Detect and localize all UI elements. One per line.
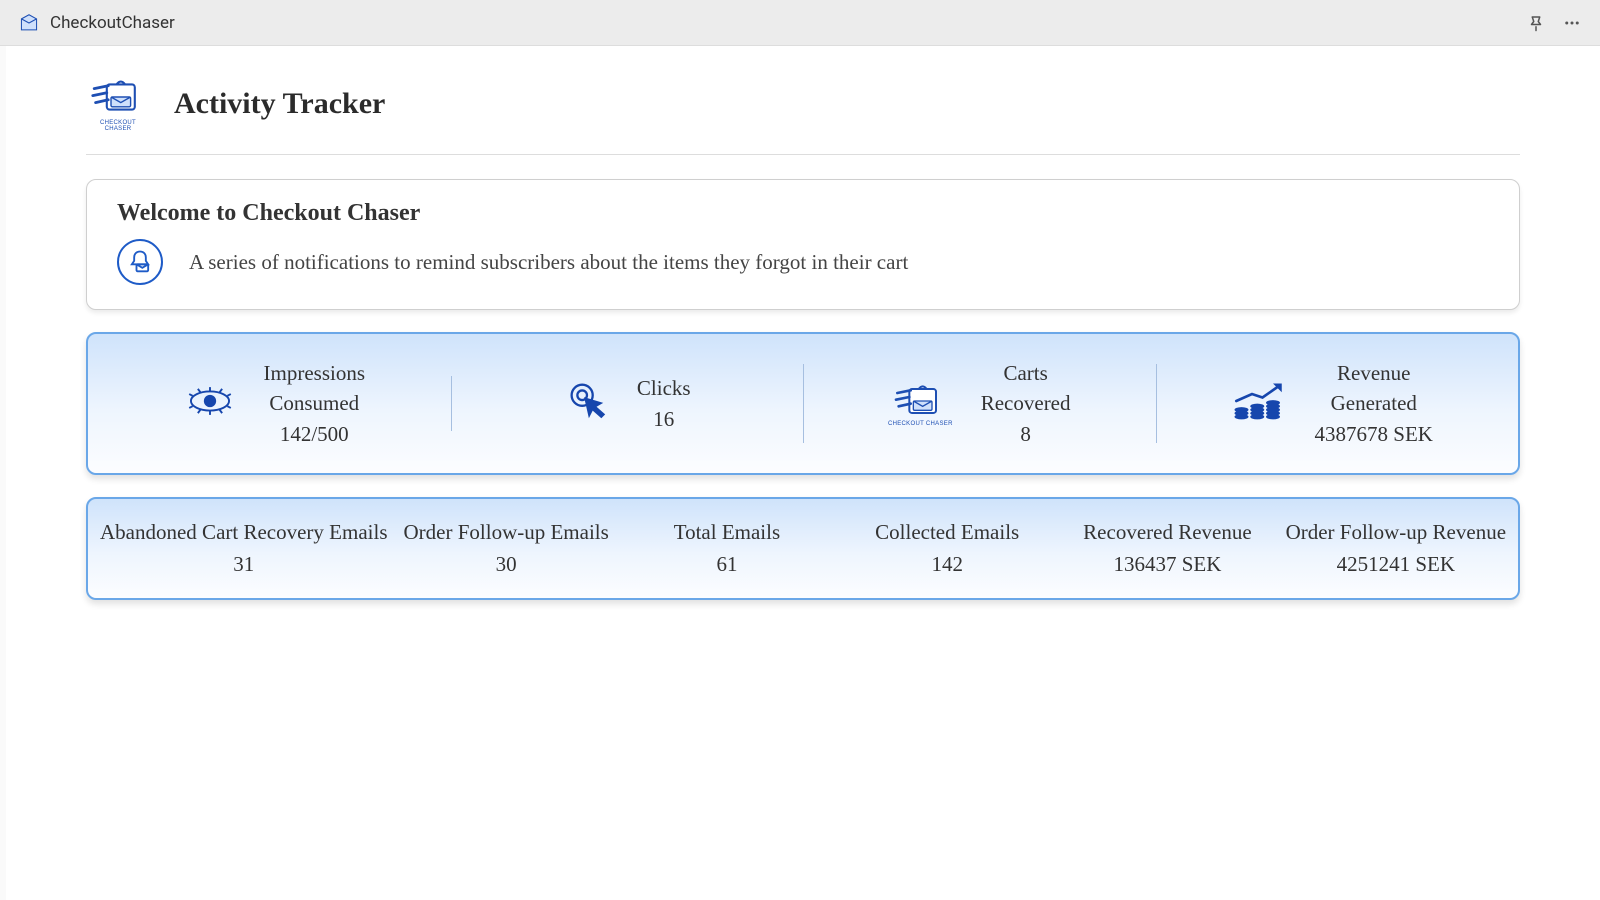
email-followup-rev-value: 4251241 SEK xyxy=(1286,549,1506,581)
email-stats-card: Abandoned Cart Recovery Emails 31 Order … xyxy=(86,497,1520,600)
email-collected-label: Collected Emails xyxy=(845,517,1049,549)
email-followup-value: 30 xyxy=(404,549,609,581)
email-followup-rev: Order Follow-up Revenue 4251241 SEK xyxy=(1278,513,1514,584)
email-abandoned-label: Abandoned Cart Recovery Emails xyxy=(100,517,388,549)
stat-revenue-label1: Revenue xyxy=(1337,361,1410,385)
app-logo-icon xyxy=(18,12,40,34)
stat-clicks-text: Clicks 16 xyxy=(637,373,691,434)
brand-logo-icon xyxy=(90,76,146,118)
stat-revenue-value: 4387678 SEK xyxy=(1315,419,1433,449)
email-abandoned: Abandoned Cart Recovery Emails 31 xyxy=(92,513,396,584)
stat-revenue-text: Revenue Generated 4387678 SEK xyxy=(1315,358,1433,449)
welcome-title: Welcome to Checkout Chaser xyxy=(117,200,1489,227)
stat-carts-text: Carts Recovered 8 xyxy=(981,358,1071,449)
email-collected-value: 142 xyxy=(845,549,1049,581)
app-title: CheckoutChaser xyxy=(50,13,175,33)
app-topbar: CheckoutChaser xyxy=(0,0,1600,46)
email-recovered-rev-value: 136437 SEK xyxy=(1065,549,1269,581)
stat-impressions-text: Impressions Consumed 142/500 xyxy=(264,358,366,449)
stat-clicks-value: 16 xyxy=(637,404,691,434)
stats-card: Impressions Consumed 142/500 Clicks 16 xyxy=(86,332,1520,475)
topbar-right xyxy=(1526,13,1582,33)
page-title: Activity Tracker xyxy=(174,87,385,121)
topbar-left: CheckoutChaser xyxy=(18,12,175,34)
stat-carts-label1: Carts xyxy=(1003,361,1047,385)
eye-icon xyxy=(184,384,236,423)
cart-icon-caption: CHECKOUT CHASER xyxy=(888,421,953,427)
email-total-value: 61 xyxy=(625,549,829,581)
stat-impressions-value: 142/500 xyxy=(264,419,366,449)
revenue-growth-icon xyxy=(1231,379,1287,428)
stat-impressions-label1: Impressions xyxy=(264,361,366,385)
stat-carts: CHECKOUT CHASER Carts Recovered 8 xyxy=(803,352,1156,455)
page-header: CHECKOUT CHASER Activity Tracker xyxy=(86,76,1520,155)
stat-revenue-label2: Generated xyxy=(1331,391,1417,415)
welcome-card: Welcome to Checkout Chaser A series of n… xyxy=(86,179,1520,310)
email-collected: Collected Emails 142 xyxy=(837,513,1057,584)
stat-clicks-label: Clicks xyxy=(637,376,691,400)
stat-clicks: Clicks 16 xyxy=(451,367,804,440)
pin-icon[interactable] xyxy=(1526,13,1546,33)
more-icon[interactable] xyxy=(1562,13,1582,33)
email-followup-rev-label: Order Follow-up Revenue xyxy=(1286,517,1506,549)
brand-logo: CHECKOUT CHASER xyxy=(86,76,150,132)
stat-impressions: Impressions Consumed 142/500 xyxy=(98,352,451,455)
page-body: CHECKOUT CHASER Activity Tracker Welcome… xyxy=(6,46,1600,900)
click-icon xyxy=(563,378,609,429)
stat-revenue: Revenue Generated 4387678 SEK xyxy=(1156,352,1509,455)
notification-icon xyxy=(117,239,163,285)
stat-carts-value: 8 xyxy=(981,419,1071,449)
email-total-label: Total Emails xyxy=(625,517,829,549)
email-abandoned-value: 31 xyxy=(100,549,388,581)
stat-carts-label2: Recovered xyxy=(981,391,1071,415)
welcome-row: A series of notifications to remind subs… xyxy=(117,239,1489,285)
email-recovered-rev: Recovered Revenue 136437 SEK xyxy=(1057,513,1277,584)
email-total: Total Emails 61 xyxy=(617,513,837,584)
stat-impressions-label2: Consumed xyxy=(269,391,359,415)
cart-recovery-icon: CHECKOUT CHASER xyxy=(888,381,953,427)
email-followup-label: Order Follow-up Emails xyxy=(404,517,609,549)
email-recovered-rev-label: Recovered Revenue xyxy=(1065,517,1269,549)
brand-logo-caption: CHECKOUT CHASER xyxy=(86,120,150,132)
email-followup: Order Follow-up Emails 30 xyxy=(396,513,617,584)
welcome-description: A series of notifications to remind subs… xyxy=(189,250,908,275)
